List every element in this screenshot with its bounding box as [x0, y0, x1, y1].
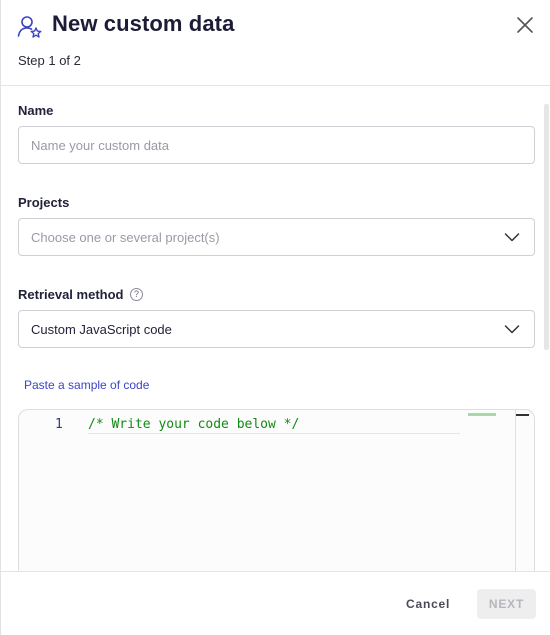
modal-scrollbar[interactable] — [544, 104, 549, 350]
modal-footer: Cancel NEXT — [1, 571, 550, 635]
help-icon[interactable]: ? — [130, 288, 143, 301]
retrieval-method-value: Custom JavaScript code — [31, 322, 172, 337]
name-input-placeholder: Name your custom data — [31, 138, 170, 153]
line-number: 1 — [55, 417, 63, 432]
modal-header: New custom data Step 1 of 2 — [1, 0, 550, 86]
projects-select-placeholder: Choose one or several project(s) — [31, 230, 220, 245]
chevron-down-icon — [504, 233, 520, 242]
code-line[interactable]: /* Write your code below */ — [88, 415, 460, 434]
code-comment: /* Write your code below */ — [88, 417, 300, 432]
cancel-button[interactable]: Cancel — [396, 589, 460, 619]
next-button[interactable]: NEXT — [477, 589, 536, 619]
name-input[interactable]: Name your custom data — [18, 126, 535, 164]
retrieval-method-label: Retrieval method — [18, 287, 124, 302]
name-label: Name — [18, 103, 54, 118]
retrieval-method-select[interactable]: Custom JavaScript code — [18, 310, 535, 348]
user-star-icon — [17, 16, 42, 38]
custom-data-modal: New custom data Step 1 of 2 Name Name yo… — [0, 0, 550, 635]
chevron-down-icon — [504, 325, 520, 334]
code-editor[interactable]: 1 /* Write your code below */ — [18, 409, 535, 579]
editor-scrollbar[interactable] — [515, 410, 516, 578]
editor-scroll-marker — [516, 414, 529, 416]
step-indicator: Step 1 of 2 — [18, 53, 81, 68]
editor-minimap[interactable] — [468, 413, 496, 416]
modal-title: New custom data — [52, 11, 235, 36]
projects-select[interactable]: Choose one or several project(s) — [18, 218, 535, 256]
close-icon[interactable] — [515, 15, 535, 35]
paste-sample-link[interactable]: Paste a sample of code — [24, 378, 149, 392]
projects-label: Projects — [18, 195, 70, 210]
